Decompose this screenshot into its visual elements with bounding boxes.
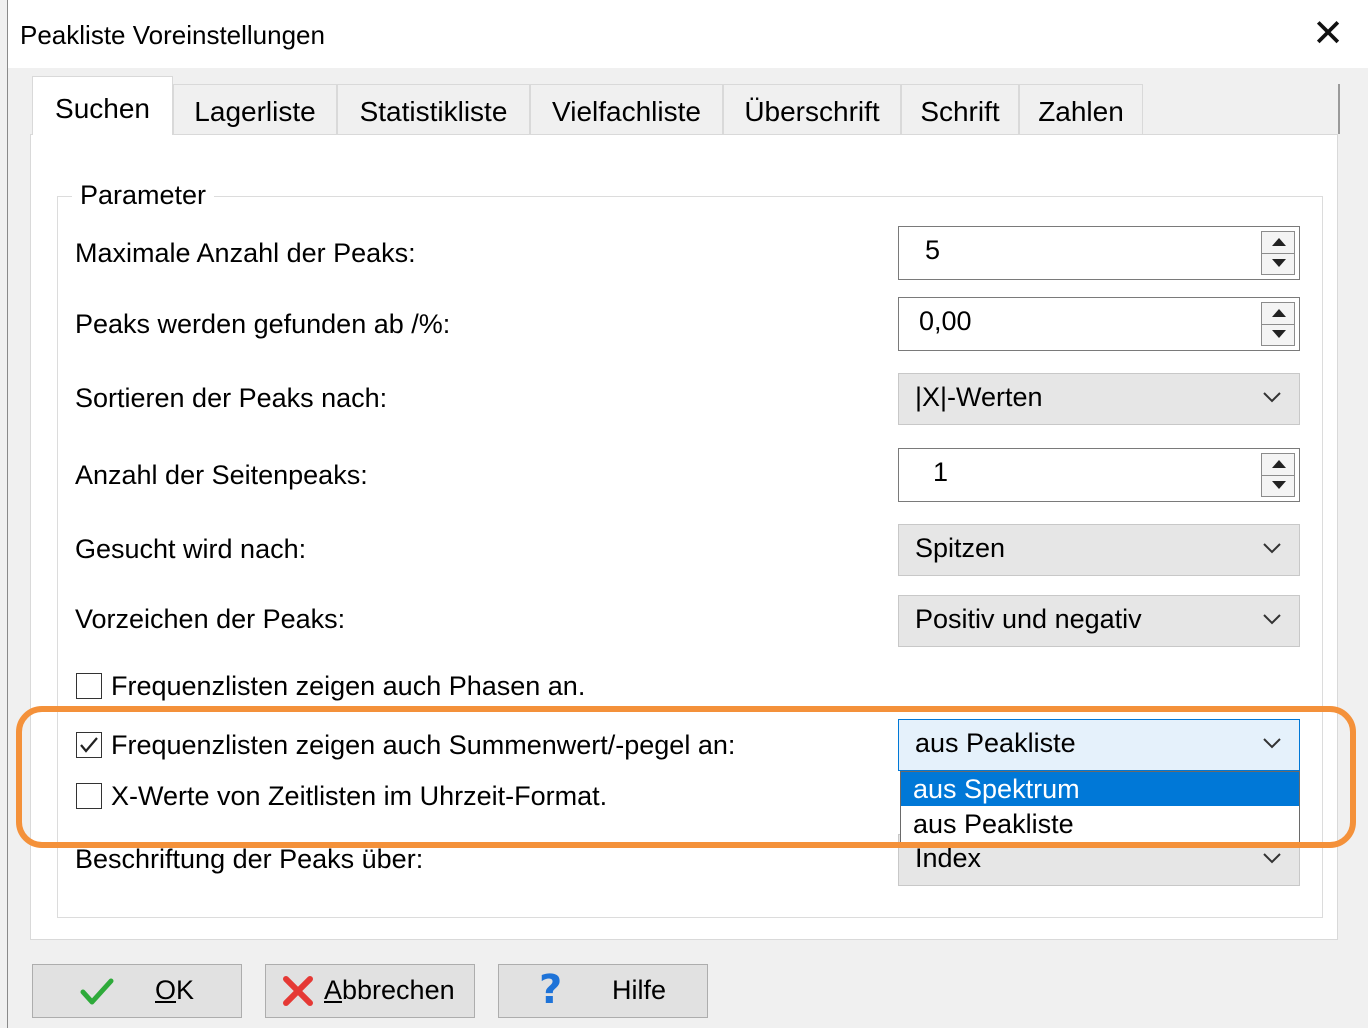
tab-label: Statistikliste bbox=[359, 96, 508, 127]
chevron-down-icon bbox=[1263, 738, 1281, 749]
arrow-down-icon bbox=[1272, 259, 1286, 267]
sum-value-checkbox[interactable] bbox=[76, 732, 102, 758]
spinner-buttons bbox=[1261, 453, 1295, 497]
sort-by-combo[interactable]: |X|-Werten bbox=[898, 373, 1300, 425]
sum-value-combo[interactable]: aus Peakliste bbox=[898, 719, 1300, 771]
sort-by-label: Sortieren der Peaks nach: bbox=[75, 383, 388, 413]
side-peaks-value: 1 bbox=[933, 457, 949, 487]
side-peaks-spinner[interactable]: 1 bbox=[898, 448, 1300, 502]
spin-up-button[interactable] bbox=[1262, 303, 1294, 325]
arrow-up-icon bbox=[1272, 460, 1286, 468]
title-bar: Peakliste Voreinstellungen ✕ bbox=[8, 0, 1368, 68]
window-title: Peakliste Voreinstellungen bbox=[20, 20, 325, 50]
sign-combo[interactable]: Positiv und negativ bbox=[898, 595, 1300, 647]
spinner-buttons bbox=[1261, 302, 1295, 346]
found-from-value: 0,00 bbox=[919, 306, 972, 336]
phases-checkbox[interactable] bbox=[76, 673, 102, 699]
tab-vielfachliste[interactable]: Vielfachliste bbox=[530, 84, 723, 134]
help-button[interactable]: ? Hilfe bbox=[498, 964, 708, 1018]
chevron-down-icon bbox=[1263, 614, 1281, 625]
sum-value-value: aus Peakliste bbox=[915, 728, 1076, 758]
clock-format-checkbox[interactable] bbox=[76, 783, 102, 809]
arrow-up-icon bbox=[1272, 309, 1286, 317]
tab-label: Lagerliste bbox=[194, 96, 316, 127]
spin-down-button[interactable] bbox=[1262, 475, 1294, 496]
search-for-combo[interactable]: Spitzen bbox=[898, 524, 1300, 576]
ok-button[interactable]: OK bbox=[32, 964, 242, 1018]
parameter-legend: Parameter bbox=[72, 180, 215, 211]
spin-down-button[interactable] bbox=[1262, 324, 1294, 345]
dropdown-option-aus-peakliste[interactable]: aus Peakliste bbox=[901, 807, 1299, 841]
max-peaks-spinner[interactable]: 5 bbox=[898, 226, 1300, 280]
arrow-up-icon bbox=[1272, 238, 1286, 246]
chevron-down-icon bbox=[1263, 543, 1281, 554]
sort-by-value: |X|-Werten bbox=[915, 382, 1043, 412]
tab-zahlen[interactable]: Zahlen bbox=[1019, 84, 1143, 134]
checkmark-icon bbox=[80, 737, 98, 753]
search-for-label: Gesucht wird nach: bbox=[75, 534, 307, 564]
clock-format-label: X-Werte von Zeitlisten im Uhrzeit-Format… bbox=[111, 781, 608, 811]
tab-label: Vielfachliste bbox=[552, 96, 701, 127]
spinner-buttons bbox=[1261, 231, 1295, 275]
side-peaks-label: Anzahl der Seitenpeaks: bbox=[75, 460, 368, 490]
chevron-down-icon bbox=[1263, 392, 1281, 403]
ok-mnemonic: O bbox=[155, 975, 177, 1005]
tab-label: Zahlen bbox=[1038, 96, 1124, 127]
tab-ueberschrift[interactable]: Überschrift bbox=[723, 84, 901, 134]
cancel-button[interactable]: Abbrechen bbox=[265, 964, 475, 1018]
max-peaks-value: 5 bbox=[925, 235, 941, 265]
chevron-down-icon bbox=[1263, 853, 1281, 864]
tab-suchen[interactable]: Suchen bbox=[32, 76, 173, 135]
cancel-label-rest: bbrechen bbox=[342, 975, 455, 1005]
spin-up-button[interactable] bbox=[1262, 232, 1294, 254]
tab-strip-edge bbox=[1338, 84, 1340, 134]
sum-value-label: Frequenzlisten zeigen auch Summenwert/-p… bbox=[111, 730, 736, 760]
dropdown-option-aus-spektrum[interactable]: aus Spektrum bbox=[901, 772, 1299, 806]
tab-schrift[interactable]: Schrift bbox=[901, 84, 1019, 134]
tab-label: Schrift bbox=[920, 96, 1000, 127]
cancel-mnemonic: A bbox=[324, 975, 343, 1005]
window-border bbox=[0, 0, 8, 1028]
tab-statistikliste[interactable]: Statistikliste bbox=[337, 84, 530, 134]
arrow-down-icon bbox=[1272, 330, 1286, 338]
close-button[interactable]: ✕ bbox=[1298, 8, 1358, 60]
question-icon: ? bbox=[539, 967, 563, 1013]
max-peaks-label: Maximale Anzahl der Peaks: bbox=[75, 238, 416, 268]
arrow-down-icon bbox=[1272, 481, 1286, 489]
spin-up-button[interactable] bbox=[1262, 454, 1294, 476]
spin-down-button[interactable] bbox=[1262, 253, 1294, 274]
tab-label: Suchen bbox=[55, 93, 150, 124]
x-icon bbox=[283, 976, 313, 1006]
search-for-value: Spitzen bbox=[915, 533, 1006, 563]
peak-caption-label: Beschriftung der Peaks über: bbox=[75, 844, 424, 874]
sign-value: Positiv und negativ bbox=[915, 604, 1142, 634]
sum-value-dropdown-list: aus Spektrum aus Peakliste bbox=[900, 771, 1300, 843]
peak-caption-value: Index bbox=[915, 843, 982, 873]
ok-label-rest: K bbox=[176, 975, 195, 1005]
phases-label: Frequenzlisten zeigen auch Phasen an. bbox=[111, 671, 586, 701]
found-from-spinner[interactable]: 0,00 bbox=[898, 297, 1300, 351]
close-icon: ✕ bbox=[1312, 13, 1344, 55]
checkmark-icon bbox=[80, 978, 114, 1005]
help-label: Hilfe bbox=[612, 975, 667, 1005]
tab-lagerliste[interactable]: Lagerliste bbox=[173, 84, 337, 134]
tab-label: Überschrift bbox=[744, 96, 880, 127]
found-from-label: Peaks werden gefunden ab /%: bbox=[75, 309, 451, 339]
sign-label: Vorzeichen der Peaks: bbox=[75, 604, 346, 634]
